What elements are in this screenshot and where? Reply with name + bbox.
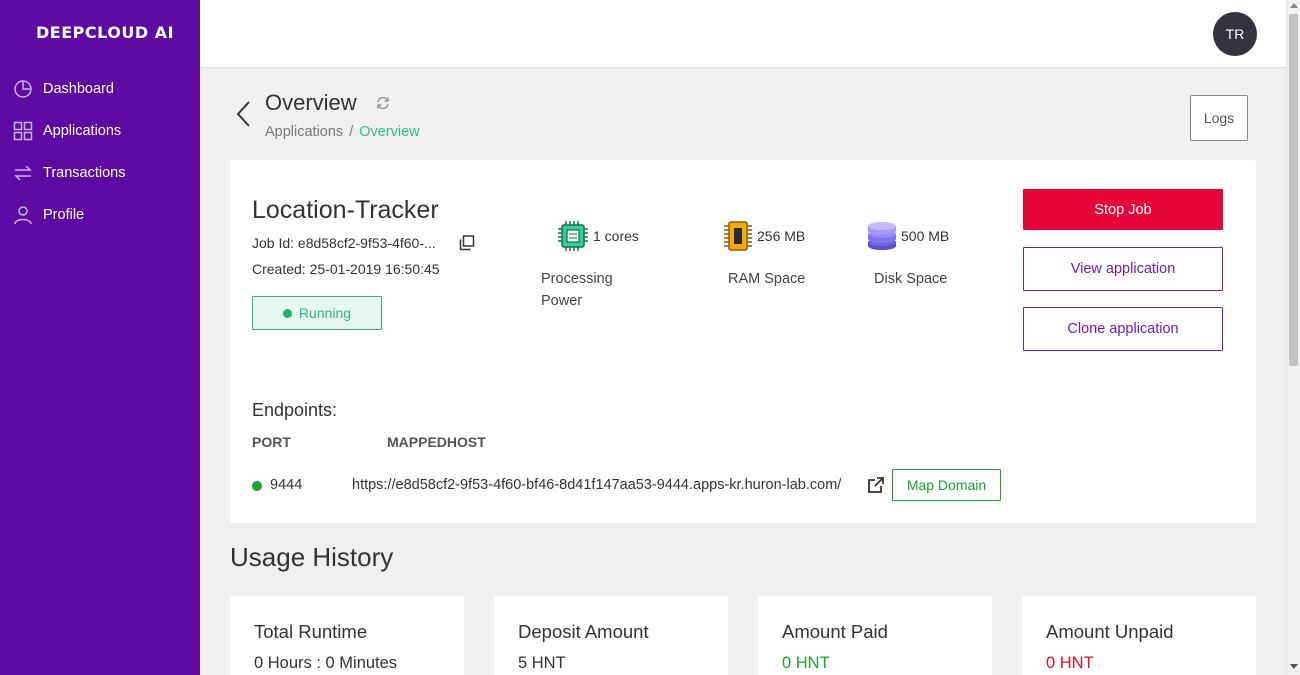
spec-label: Processing Power (541, 271, 613, 309)
spec-value: 1 cores (593, 228, 639, 244)
usage-history-title: Usage History (230, 542, 394, 572)
endpoint-port: 9444 (270, 477, 303, 493)
spec-value: 256 MB (757, 228, 806, 244)
endpoint-host: https://e8d58cf2-9f53-4f60-bf46-8d41f147… (352, 477, 842, 493)
avatar[interactable]: TR (1213, 12, 1257, 56)
sidebar-item-transactions[interactable]: Transactions (0, 152, 200, 194)
status-label: Running (298, 305, 352, 321)
breadcrumb: Applications / Overview (265, 124, 420, 140)
scroll-down-arrow-icon[interactable] (1290, 664, 1298, 669)
stat-value: 0 HNT (1046, 654, 1094, 672)
scroll-thumb[interactable] (1289, 14, 1298, 366)
scroll-up-arrow-icon[interactable] (1290, 3, 1298, 8)
created-date: Created: 25-01-2019 16:50:45 (252, 261, 440, 277)
endpoint-status-dot-icon (252, 481, 262, 491)
view-application-button[interactable]: View application (1023, 247, 1223, 291)
disk-icon (866, 220, 898, 252)
user-icon (13, 205, 33, 225)
sidebar-item-dashboard[interactable]: Dashboard (0, 68, 200, 110)
breadcrumb-link-applications[interactable]: Applications (265, 124, 343, 140)
app-name: Location-Tracker (252, 196, 439, 224)
breadcrumb-separator: / (349, 124, 354, 140)
sidebar-item-label: Applications (43, 123, 122, 139)
pie-chart-icon (13, 79, 33, 99)
status-badge: Running (252, 296, 382, 330)
stat-card-amount-paid: Amount Paid 0 HNT (758, 596, 992, 675)
job-id: Job Id: e8d58cf2-9f53-4f60-... (252, 235, 436, 251)
copy-icon[interactable] (459, 235, 475, 251)
back-arrow-icon[interactable] (233, 100, 253, 128)
status-dot-icon (282, 308, 292, 318)
swap-arrows-icon (13, 163, 33, 183)
ram-icon (722, 220, 754, 252)
sidebar-item-label: Dashboard (43, 81, 114, 97)
page-title: Overview (265, 90, 357, 115)
logo[interactable]: DEEPCLOUD AI (36, 23, 174, 42)
stat-value: 5 HNT (518, 654, 566, 672)
spec-value: 500 MB (901, 228, 950, 244)
stat-card-deposit-amount: Deposit Amount 5 HNT (494, 596, 728, 675)
cpu-icon (557, 220, 589, 252)
sidebar-item-label: Profile (43, 207, 85, 223)
scrollbar[interactable] (1286, 0, 1300, 675)
stat-title: Amount Unpaid (1046, 621, 1174, 642)
stat-card-total-runtime: Total Runtime 0 Hours : 0 Minutes (230, 596, 464, 675)
sidebar-nav: Dashboard Applications Transactions Prof… (0, 68, 200, 236)
sidebar-item-applications[interactable]: Applications (0, 110, 200, 152)
stat-title: Deposit Amount (518, 621, 649, 642)
breadcrumb-current: Overview (359, 124, 420, 140)
stat-value: 0 Hours : 0 Minutes (254, 654, 398, 672)
stat-title: Total Runtime (254, 621, 368, 642)
stat-title: Amount Paid (782, 621, 888, 642)
logs-button[interactable]: Logs (1190, 95, 1248, 141)
sidebar: DEEPCLOUD AI Dashboard Applications Tran… (0, 0, 200, 675)
sidebar-item-profile[interactable]: Profile (0, 194, 200, 236)
mappedhost-column-header: MAPPEDHOST (387, 434, 486, 450)
stat-card-amount-unpaid: Amount Unpaid 0 HNT (1022, 596, 1256, 675)
app-detail-card: Location-Tracker Job Id: e8d58cf2-9f53-4… (230, 160, 1256, 523)
spec-label: RAM Space (728, 271, 806, 287)
sidebar-item-label: Transactions (43, 165, 126, 181)
map-domain-button[interactable]: Map Domain (892, 469, 1001, 501)
refresh-icon[interactable] (376, 96, 390, 110)
spec-label: Disk Space (874, 271, 948, 287)
topbar: TR (200, 0, 1286, 68)
endpoints-title: Endpoints: (252, 400, 338, 420)
clone-application-button[interactable]: Clone application (1023, 307, 1223, 351)
stat-value: 0 HNT (782, 654, 830, 672)
stop-job-button[interactable]: Stop Job (1023, 189, 1223, 230)
grid-icon (13, 121, 33, 141)
external-link-icon[interactable] (867, 476, 885, 494)
port-column-header: PORT (252, 434, 291, 450)
